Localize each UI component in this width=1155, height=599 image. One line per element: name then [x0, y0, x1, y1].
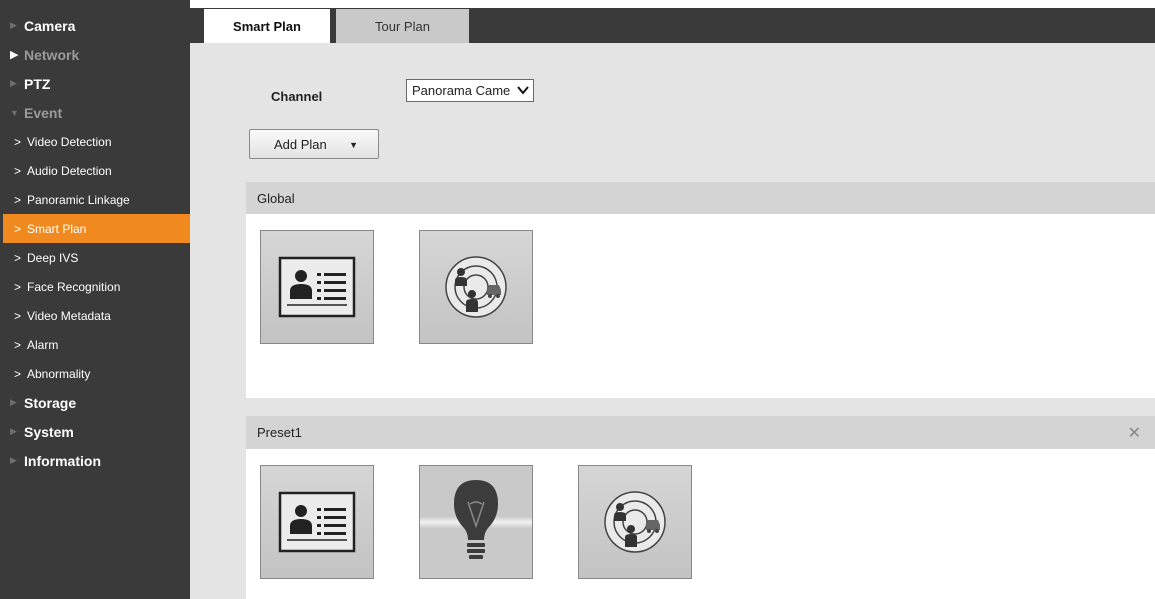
tab-tour-plan[interactable]: Tour Plan — [336, 9, 469, 43]
sidebar-item-label: Audio Detection — [27, 163, 112, 178]
sidebar-item-label: Camera — [24, 17, 76, 34]
add-plan-label: Add Plan — [274, 136, 327, 152]
channel-label: Channel — [271, 89, 323, 104]
face-detection-icon[interactable] — [260, 230, 374, 344]
sidebar-item-video-metadata[interactable]: > Video Metadata — [0, 301, 190, 330]
sidebar-item-label: Event — [24, 104, 63, 121]
sidebar-item-label: Network — [24, 46, 80, 63]
chevron-right-icon: > — [14, 221, 22, 236]
sidebar-item-label: Smart Plan — [27, 221, 87, 236]
collapsed-arrow-icon: ▶ — [10, 455, 17, 465]
expanded-arrow-icon: ▼ — [10, 107, 19, 118]
chevron-right-icon: > — [14, 337, 22, 352]
sidebar-item-label: Video Metadata — [27, 308, 111, 323]
tab-smart-plan[interactable]: Smart Plan — [204, 9, 330, 43]
sidebar-item-label: PTZ — [24, 75, 51, 92]
sidebar-item-abnormality[interactable]: > Abnormality — [0, 359, 190, 388]
sidebar-item-deep-ivs[interactable]: > Deep IVS — [0, 243, 190, 272]
chevron-right-icon: > — [14, 279, 22, 294]
sidebar-item-label: Face Recognition — [27, 279, 121, 294]
sidebar-item-label: Video Detection — [27, 134, 112, 149]
chevron-right-icon: > — [14, 250, 22, 265]
sidebar-item-camera[interactable]: ▶ Camera — [0, 11, 190, 40]
sidebar-item-network[interactable]: ▶ Network — [0, 40, 190, 69]
collapsed-arrow-icon: ▶ — [10, 20, 17, 30]
panel-header: Preset1 ✕ — [246, 416, 1155, 449]
sidebar-item-label: Storage — [24, 394, 77, 411]
sidebar-item-information[interactable]: ▶ Information — [0, 446, 190, 475]
sidebar-item-audio-detection[interactable]: > Audio Detection — [0, 156, 190, 185]
chevron-right-icon: > — [14, 134, 22, 149]
panel-title: Preset1 — [257, 425, 302, 440]
sidebar-item-ptz[interactable]: ▶ PTZ — [0, 69, 190, 98]
collapsed-arrow-icon: ▶ — [10, 426, 17, 436]
chevron-right-icon: > — [14, 163, 22, 178]
tab-bar — [190, 8, 1155, 43]
sidebar-item-label: Abnormality — [27, 366, 91, 381]
sidebar-item-storage[interactable]: ▶ Storage — [0, 388, 190, 417]
sidebar-item-label: Information — [24, 452, 101, 469]
panel-title: Global — [257, 190, 295, 206]
sidebar-item-label: Panoramic Linkage — [27, 192, 130, 207]
sidebar-item-face-recognition[interactable]: > Face Recognition — [0, 272, 190, 301]
sidebar-item-event[interactable]: ▼ Event — [0, 98, 190, 127]
panel-header: Global — [246, 182, 1155, 214]
people-counting-radar-icon[interactable] — [419, 230, 533, 344]
sidebar-item-video-detection[interactable]: > Video Detection — [0, 127, 190, 156]
collapsed-arrow-icon: ▶ — [10, 49, 19, 61]
sidebar-item-label: Alarm — [27, 337, 59, 352]
channel-select-value: Panorama Came — [412, 83, 511, 98]
chevron-down-icon — [516, 83, 530, 100]
collapsed-arrow-icon: ▶ — [10, 78, 17, 88]
dropdown-arrow-icon: ▼ — [349, 140, 358, 150]
main-content: Channel Panorama Came Add Plan ▼ Global — [190, 43, 1155, 599]
sidebar-item-alarm[interactable]: > Alarm — [0, 330, 190, 359]
plan-panel-preset1: Preset1 ✕ — [246, 416, 1155, 599]
sidebar-item-smart-plan[interactable]: > Smart Plan — [3, 214, 190, 243]
light-bulb-icon[interactable] — [419, 465, 533, 579]
collapsed-arrow-icon: ▶ — [10, 397, 17, 407]
sidebar-item-panoramic-linkage[interactable]: > Panoramic Linkage — [0, 185, 190, 214]
channel-select[interactable]: Panorama Came — [406, 79, 534, 102]
face-detection-icon[interactable] — [260, 465, 374, 579]
people-counting-radar-icon[interactable] — [578, 465, 692, 579]
sidebar-item-label: System — [24, 423, 74, 440]
sidebar-item-label: Deep IVS — [27, 250, 79, 265]
sidebar: ▶ Camera ▶ Network ▶ PTZ ▼ Event > Video Dete… — [0, 0, 190, 599]
chevron-right-icon: > — [14, 366, 22, 381]
sidebar-item-system[interactable]: ▶ System — [0, 417, 190, 446]
plan-panel-global: Global — [246, 182, 1155, 398]
add-plan-button[interactable]: Add Plan ▼ — [249, 129, 379, 159]
close-icon[interactable]: ✕ — [1128, 423, 1141, 443]
chevron-right-icon: > — [14, 308, 22, 323]
chevron-right-icon: > — [14, 192, 22, 207]
